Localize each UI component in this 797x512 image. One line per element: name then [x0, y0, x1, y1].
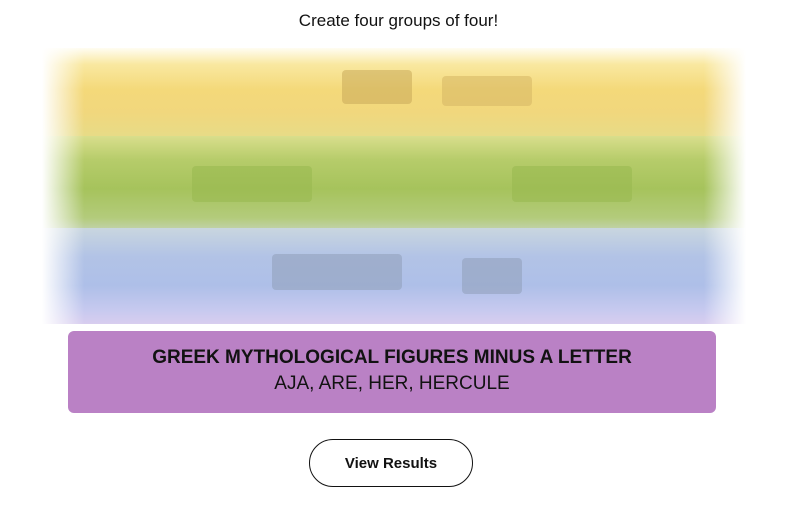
- blurred-green-group: [42, 136, 746, 232]
- blurred-blue-group: [42, 228, 746, 324]
- solved-group-members: AJA, ARE, HER, HERCULE: [274, 373, 510, 394]
- connections-game-page: Create four groups of four! GREEK MYTHOL…: [0, 0, 797, 512]
- solved-group-title: GREEK MYTHOLOGICAL FIGURES MINUS A LETTE…: [152, 347, 632, 368]
- instructions-text: Create four groups of four!: [298, 11, 499, 30]
- solved-group-purple: GREEK MYTHOLOGICAL FIGURES MINUS A LETTE…: [68, 331, 716, 413]
- view-results-button[interactable]: View Results: [309, 439, 473, 487]
- blurred-remaining-groups: [42, 48, 746, 324]
- blurred-yellow-group: [42, 48, 746, 140]
